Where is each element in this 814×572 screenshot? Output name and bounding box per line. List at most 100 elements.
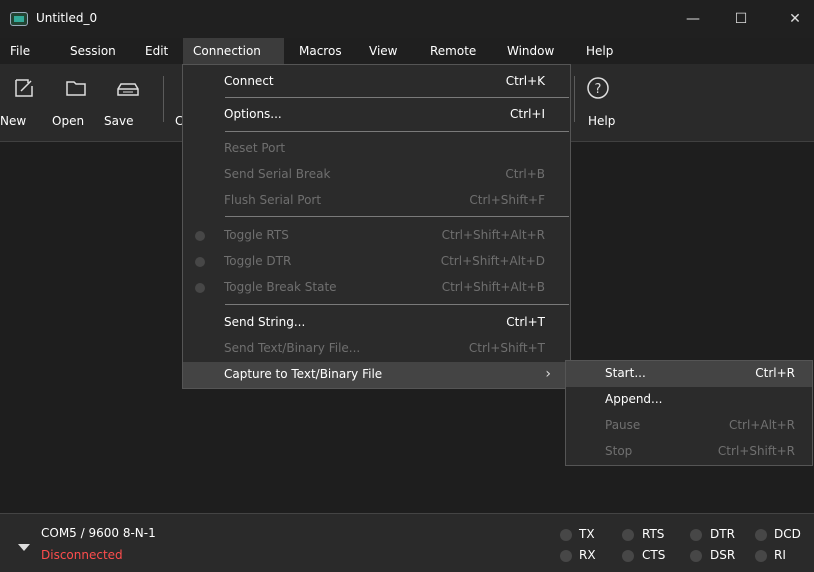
menu-item-label: Capture to Text/Binary File xyxy=(224,367,383,381)
menu-item-label: Options... xyxy=(224,107,282,121)
menu-item-reset-port[interactable]: Reset Port xyxy=(183,136,570,162)
help-button[interactable]: ? Help xyxy=(582,64,634,142)
menu-item-label: Send Serial Break xyxy=(224,167,331,181)
save-label: Save xyxy=(104,114,134,128)
menu-item-toggle-break-state[interactable]: Toggle Break State Ctrl+Shift+Alt+B xyxy=(183,275,570,301)
cts-indicator xyxy=(622,550,634,562)
menu-item-label: Toggle Break State xyxy=(224,280,337,294)
ri-indicator xyxy=(755,550,767,562)
menu-item-label: Toggle DTR xyxy=(224,254,292,268)
submenu-item-label: Stop xyxy=(605,444,633,458)
menu-item-label: Send String... xyxy=(224,315,306,329)
menu-remote[interactable]: Remote xyxy=(420,38,486,64)
close-button[interactable]: ✕ xyxy=(782,8,808,30)
toggle-bullet-icon xyxy=(195,231,205,241)
submenu-item-shortcut: Ctrl+Shift+R xyxy=(717,444,795,458)
menu-separator xyxy=(225,97,569,98)
menu-item-label: Toggle RTS xyxy=(224,228,289,242)
menu-item-connect[interactable]: Connect Ctrl+K xyxy=(183,69,570,95)
menu-item-label: Send Text/Binary File... xyxy=(224,341,361,355)
capture-submenu: Start... Ctrl+R Append... Pause Ctrl+Alt… xyxy=(565,360,813,466)
menu-item-send-file[interactable]: Send Text/Binary File... Ctrl+Shift+T xyxy=(183,336,570,362)
menu-help[interactable]: Help xyxy=(576,38,623,64)
menu-item-options[interactable]: Options... Ctrl+I xyxy=(183,102,570,128)
save-button[interactable]: Save xyxy=(104,64,156,142)
app-icon xyxy=(10,12,28,26)
new-file-icon xyxy=(15,79,33,97)
menu-item-label: Flush Serial Port xyxy=(224,193,322,207)
title-bar: Untitled_0 — ☐ ✕ xyxy=(0,0,814,38)
open-label: Open xyxy=(52,114,85,128)
help-label: Help xyxy=(588,114,616,128)
menu-file[interactable]: File xyxy=(0,38,40,64)
connection-status: Disconnected xyxy=(41,548,123,562)
menu-item-send-string[interactable]: Send String... Ctrl+T xyxy=(183,310,570,336)
menu-connection[interactable]: Connection xyxy=(183,38,284,64)
submenu-item-label: Append... xyxy=(605,392,663,406)
menu-item-shortcut: Ctrl+Shift+Alt+B xyxy=(441,280,545,294)
menu-item-shortcut: Ctrl+K xyxy=(505,74,545,88)
menu-session[interactable]: Session xyxy=(60,38,126,64)
chevron-right-icon: › xyxy=(545,366,551,382)
toggle-bullet-icon xyxy=(195,257,205,267)
dtr-label: DTR xyxy=(710,527,735,541)
folder-icon xyxy=(66,81,86,96)
tx-indicator xyxy=(560,529,572,541)
cts-label: CTS xyxy=(642,548,666,562)
menu-item-shortcut: Ctrl+T xyxy=(506,315,545,329)
submenu-item-label: Start... xyxy=(605,366,646,380)
menu-item-toggle-rts[interactable]: Toggle RTS Ctrl+Shift+Alt+R xyxy=(183,223,570,249)
menu-item-label: Reset Port xyxy=(224,141,286,155)
port-settings: COM5 / 9600 8-N-1 xyxy=(41,526,156,540)
menu-view[interactable]: View xyxy=(359,38,407,64)
status-bar: COM5 / 9600 8-N-1 Disconnected TX RTS DT… xyxy=(0,513,814,572)
menu-item-send-serial-break[interactable]: Send Serial Break Ctrl+B xyxy=(183,162,570,188)
dcd-indicator xyxy=(755,529,767,541)
maximize-button[interactable]: ☐ xyxy=(728,8,754,30)
minimize-button[interactable]: — xyxy=(680,8,706,30)
dsr-label: DSR xyxy=(710,548,736,562)
save-drive-icon xyxy=(117,83,139,96)
submenu-item-shortcut: Ctrl+R xyxy=(755,366,795,380)
dsr-indicator xyxy=(690,550,702,562)
submenu-item-label: Pause xyxy=(605,418,641,432)
tx-label: TX xyxy=(579,527,595,541)
menu-macros[interactable]: Macros xyxy=(289,38,352,64)
submenu-item-shortcut: Ctrl+Alt+R xyxy=(728,418,795,432)
submenu-item-start[interactable]: Start... Ctrl+R xyxy=(566,361,812,387)
menu-item-shortcut: Ctrl+Shift+Alt+R xyxy=(441,228,545,242)
rx-indicator xyxy=(560,550,572,562)
dtr-indicator xyxy=(690,529,702,541)
submenu-item-pause[interactable]: Pause Ctrl+Alt+R xyxy=(566,413,812,439)
rts-label: RTS xyxy=(642,527,665,541)
submenu-item-append[interactable]: Append... xyxy=(566,387,812,413)
menu-item-toggle-dtr[interactable]: Toggle DTR Ctrl+Shift+Alt+D xyxy=(183,249,570,275)
ri-label: RI xyxy=(774,548,786,562)
new-button[interactable]: New xyxy=(0,64,52,142)
menu-bar: File Session Edit Connection Macros View… xyxy=(0,38,814,64)
rx-label: RX xyxy=(579,548,596,562)
help-icon: ? xyxy=(587,77,609,99)
toolbar-divider xyxy=(163,76,164,122)
menu-item-shortcut: Ctrl+B xyxy=(505,167,545,181)
rts-indicator xyxy=(622,529,634,541)
menu-item-capture-to-file[interactable]: Capture to Text/Binary File › xyxy=(183,362,570,388)
menu-separator xyxy=(225,131,569,132)
menu-item-flush-serial-port[interactable]: Flush Serial Port Ctrl+Shift+F xyxy=(183,188,570,214)
menu-separator xyxy=(225,304,569,305)
menu-item-shortcut: Ctrl+Shift+Alt+D xyxy=(440,254,545,268)
submenu-item-stop[interactable]: Stop Ctrl+Shift+R xyxy=(566,439,812,465)
menu-item-shortcut: Ctrl+Shift+T xyxy=(468,341,545,355)
chevron-down-icon[interactable] xyxy=(18,544,30,551)
menu-item-shortcut: Ctrl+I xyxy=(510,107,545,121)
dcd-label: DCD xyxy=(774,527,801,541)
menu-edit[interactable]: Edit xyxy=(135,38,178,64)
menu-item-label: Connect xyxy=(224,74,274,88)
new-label: New xyxy=(0,114,27,128)
menu-item-shortcut: Ctrl+Shift+F xyxy=(469,193,545,207)
help-glyph: ? xyxy=(595,82,602,97)
toolbar-divider xyxy=(574,76,575,122)
connection-menu: Connect Ctrl+K Options... Ctrl+I Reset P… xyxy=(182,64,571,389)
menu-window[interactable]: Window xyxy=(497,38,564,64)
open-button[interactable]: Open xyxy=(52,64,104,142)
